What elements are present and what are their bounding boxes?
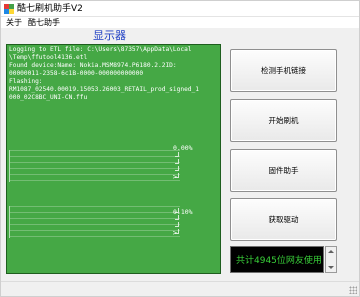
user-count-text: 共计4945位网友使用 <box>236 256 322 266</box>
display-console: Logging to ETL file: C:\Users\87357\AppD… <box>6 44 221 274</box>
log-line: RM1087_02540.00019.15053.26003_RETAIL_pr… <box>9 86 199 93</box>
progress-block-2: > <box>9 206 180 238</box>
log-output: Logging to ETL file: C:\Users\87357\AppD… <box>9 46 219 102</box>
log-line: 00000011-2358-6c1B-0000-000000000000 <box>9 70 144 77</box>
resize-grip-icon[interactable] <box>349 286 357 294</box>
main-window: 酷七刷机助手V2 关于 酷七助手 显示器 Logging to ETL file… <box>0 0 360 297</box>
log-line: \Temp\ffutool4136.etl <box>9 54 88 61</box>
get-driver-button[interactable]: 获取驱动 <box>230 198 337 241</box>
firmware-helper-button[interactable]: 固件助手 <box>230 149 337 192</box>
detect-phone-button[interactable]: 检测手机链接 <box>230 49 337 92</box>
log-line: Flashing: <box>9 78 43 85</box>
display-title: 显示器 <box>93 29 126 42</box>
menu-item-about[interactable]: 关于 <box>6 17 22 28</box>
scroll-down-icon[interactable] <box>328 266 334 269</box>
progress-percent-2: 0.10% <box>173 208 193 216</box>
progress-block-1: > <box>9 150 180 182</box>
log-line: Found device:Name: Nokia.MSM8974.P6180.2… <box>9 62 177 69</box>
window-title: 酷七刷机助手V2 <box>17 4 83 14</box>
start-flash-button[interactable]: 开始刷机 <box>230 99 337 142</box>
menu-item-kuqi-helper[interactable]: 酷七助手 <box>28 17 60 28</box>
log-line: Logging to ETL file: C:\Users\87357\AppD… <box>9 46 192 53</box>
progress-percent-1: 0.00% <box>173 144 193 152</box>
scroll-up-icon[interactable] <box>328 250 334 253</box>
info-scroll-control[interactable] <box>325 246 337 273</box>
status-bar <box>1 281 359 296</box>
title-bar: 酷七刷机助手V2 <box>1 1 359 17</box>
progress-arrow-icon: > <box>172 229 177 237</box>
progress-arrow-icon: > <box>172 173 177 181</box>
log-line: 000_02C8BC_UNI-CN.ffu <box>9 94 88 101</box>
user-count-display: 共计4945位网友使用 <box>230 246 324 273</box>
menu-bar: 关于 酷七助手 <box>1 17 359 28</box>
app-logo-icon <box>4 4 14 14</box>
